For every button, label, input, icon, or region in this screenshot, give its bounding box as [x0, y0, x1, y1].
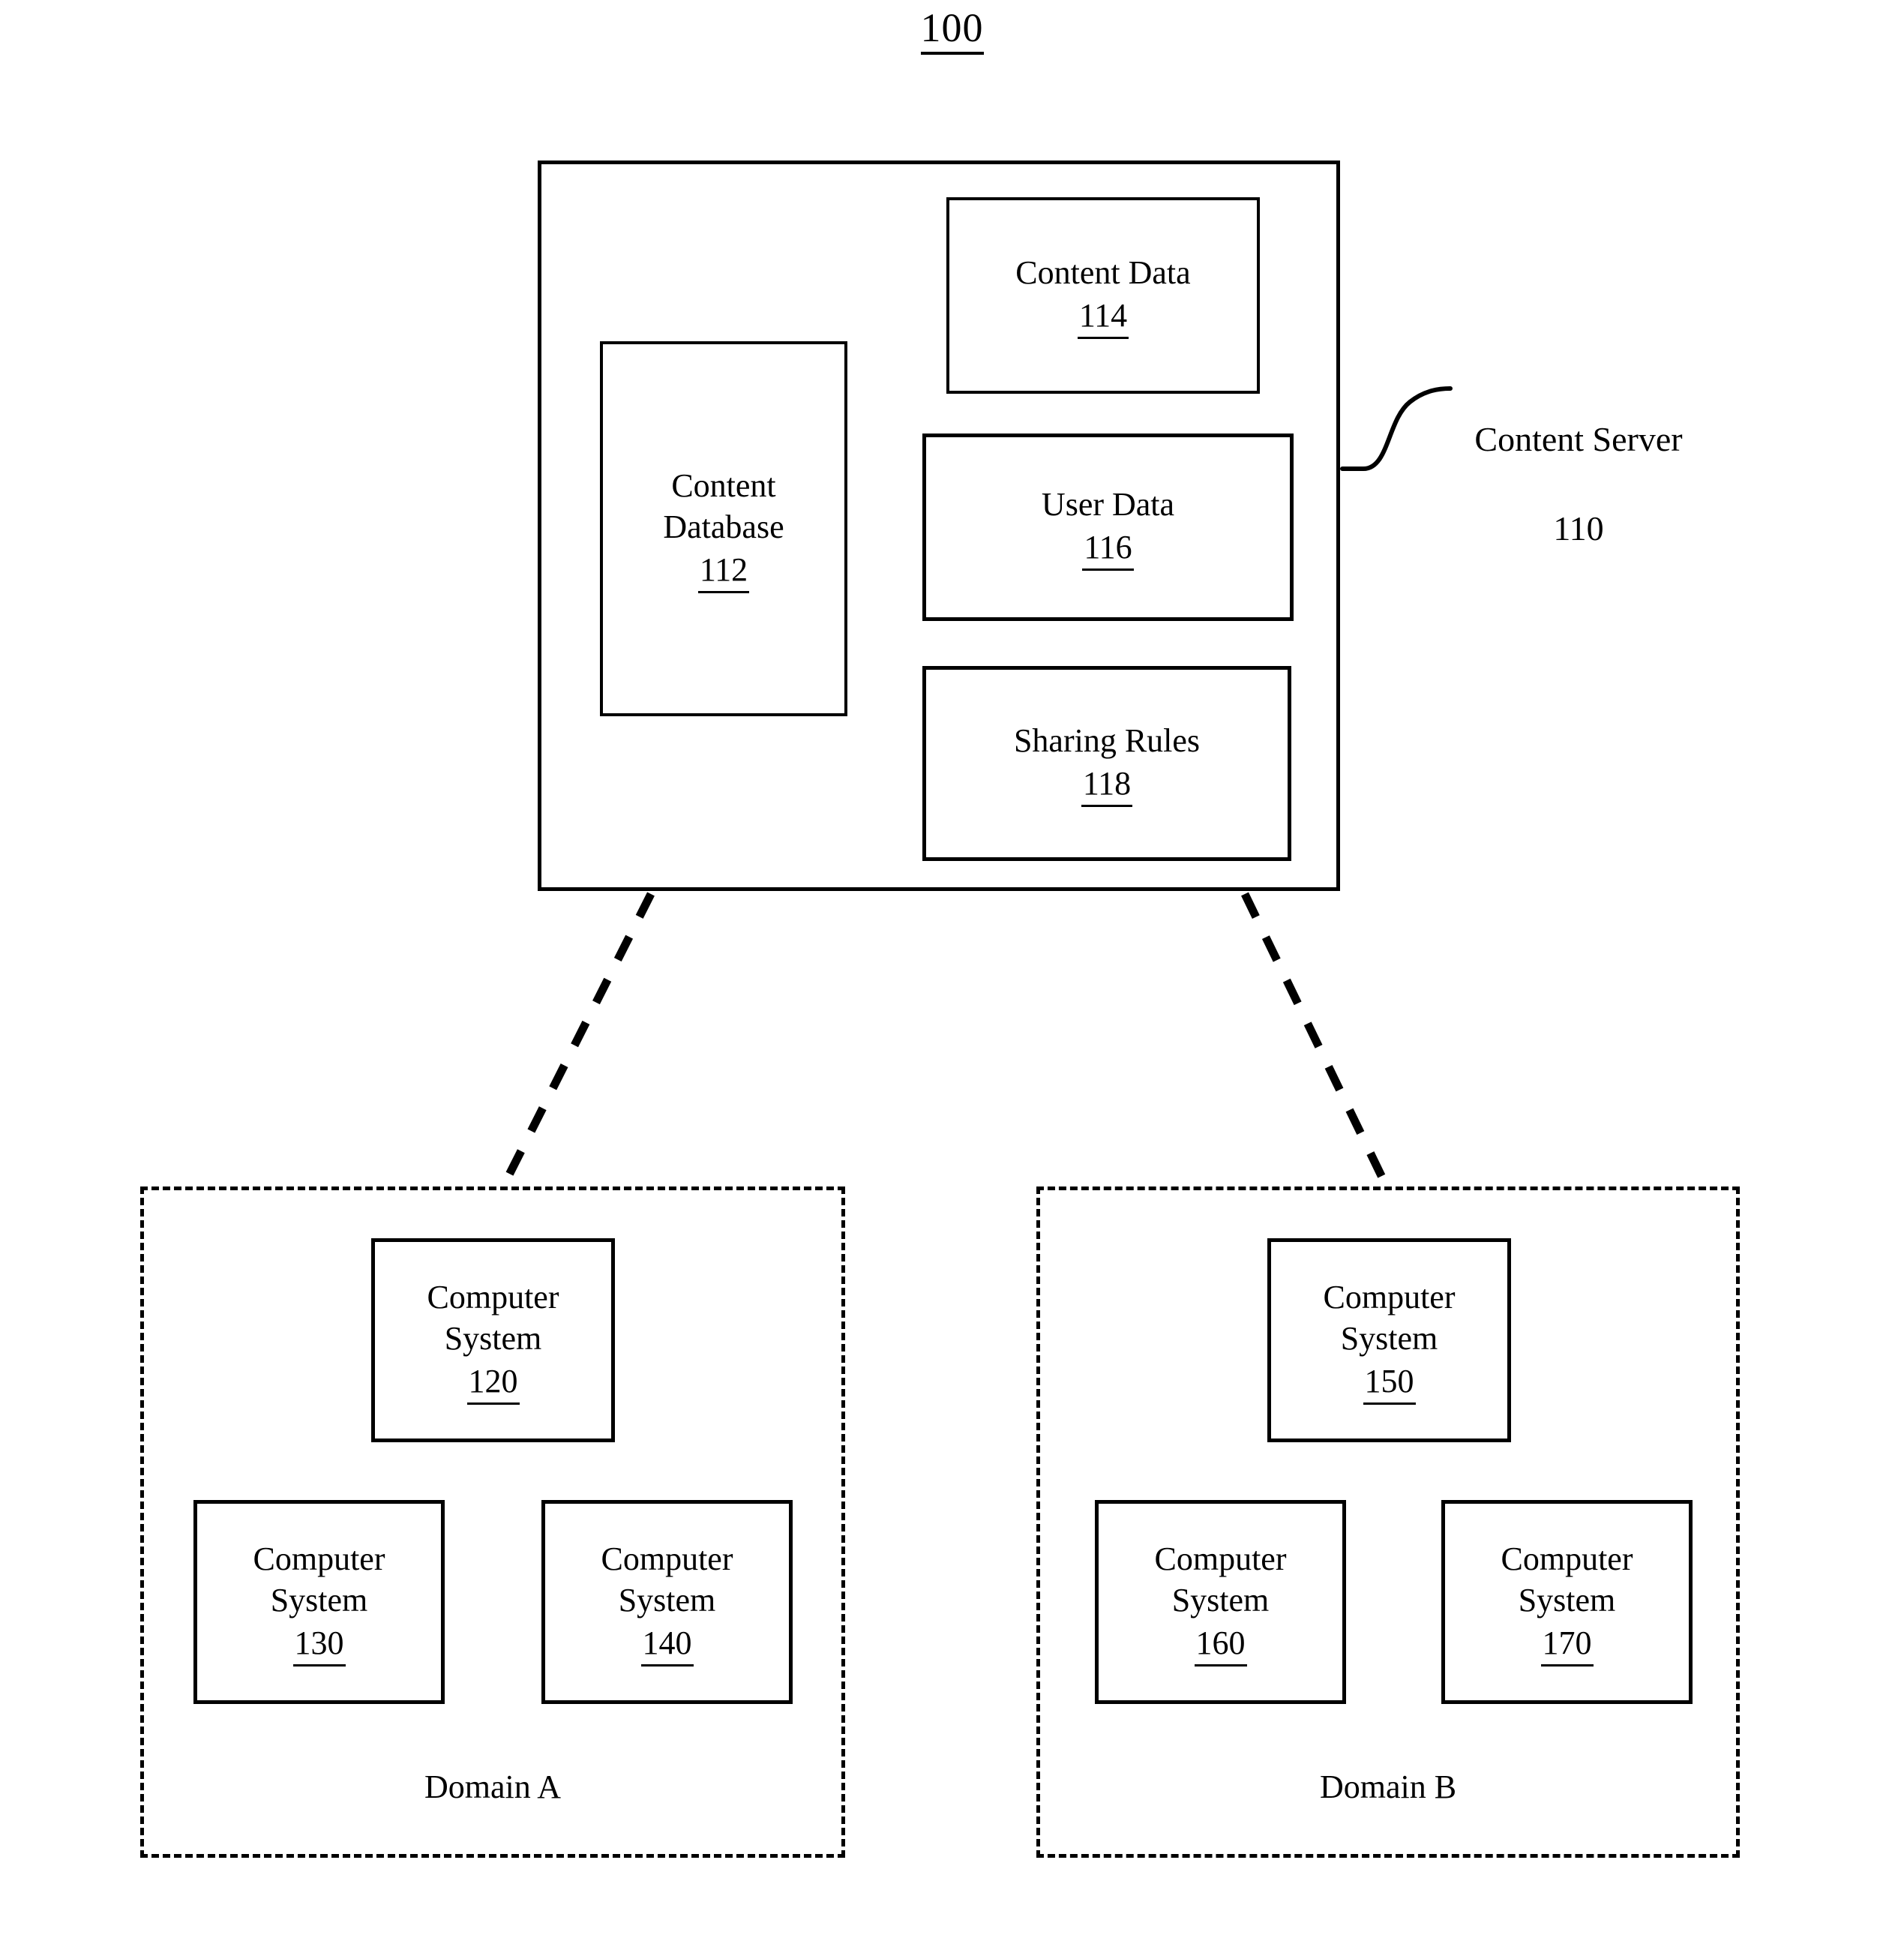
computer-system-150-label: Computer System	[1323, 1278, 1456, 1357]
computer-system-130-box[interactable]: Computer System 130	[193, 1500, 445, 1704]
computer-system-160-label: Computer System	[1154, 1540, 1287, 1618]
computer-system-160-box[interactable]: Computer System 160	[1095, 1500, 1346, 1704]
computer-system-170-label: Computer System	[1501, 1540, 1633, 1618]
user-data-box[interactable]: User Data 116	[922, 434, 1294, 621]
domain-a-label: Domain A	[424, 1768, 562, 1805]
content-database-label: Content Database	[663, 466, 784, 545]
computer-system-140-box[interactable]: Computer System 140	[541, 1500, 793, 1704]
content-server-callout-ref: 110	[1553, 509, 1604, 548]
user-data-ref: 116	[1082, 526, 1134, 571]
computer-system-160-ref: 160	[1194, 1622, 1247, 1666]
content-data-box[interactable]: Content Data 114	[946, 197, 1260, 394]
computer-system-140-ref: 140	[640, 1622, 694, 1666]
sharing-rules-ref: 118	[1081, 763, 1133, 807]
figure-number: 100	[0, 5, 1904, 56]
content-server-callout-name: Content Server	[1474, 419, 1683, 458]
content-database-box[interactable]: Content Database 112	[600, 341, 847, 716]
server-to-domain-a-line	[500, 892, 655, 1187]
computer-system-170-ref: 170	[1540, 1622, 1594, 1666]
content-database-ref: 112	[697, 549, 750, 593]
computer-system-150-box[interactable]: Computer System 150	[1267, 1238, 1511, 1442]
computer-system-130-ref: 130	[292, 1622, 346, 1666]
computer-system-170-box[interactable]: Computer System 170	[1441, 1500, 1693, 1704]
computer-system-150-ref: 150	[1363, 1360, 1416, 1405]
computer-system-130-label: Computer System	[253, 1540, 385, 1618]
content-data-label: Content Data	[1015, 254, 1191, 291]
sharing-rules-label: Sharing Rules	[1013, 722, 1201, 759]
content-data-ref: 114	[1077, 295, 1129, 339]
sharing-rules-box[interactable]: Sharing Rules 118	[922, 666, 1291, 861]
computer-system-140-label: Computer System	[601, 1540, 733, 1618]
server-to-domain-b-line	[1241, 892, 1390, 1187]
figure-number-value: 100	[920, 5, 984, 56]
computer-system-120-box[interactable]: Computer System 120	[371, 1238, 615, 1442]
computer-system-120-label: Computer System	[427, 1278, 559, 1357]
content-server-callout: Content Server 110	[1455, 372, 1702, 551]
domain-b-label: Domain B	[1319, 1768, 1457, 1805]
content-server-leader-line	[1340, 386, 1453, 471]
computer-system-120-ref: 120	[466, 1360, 520, 1405]
figure-canvas: 100 Content Database 112 Content Data 11…	[0, 0, 1904, 1956]
user-data-label: User Data	[1041, 486, 1175, 523]
